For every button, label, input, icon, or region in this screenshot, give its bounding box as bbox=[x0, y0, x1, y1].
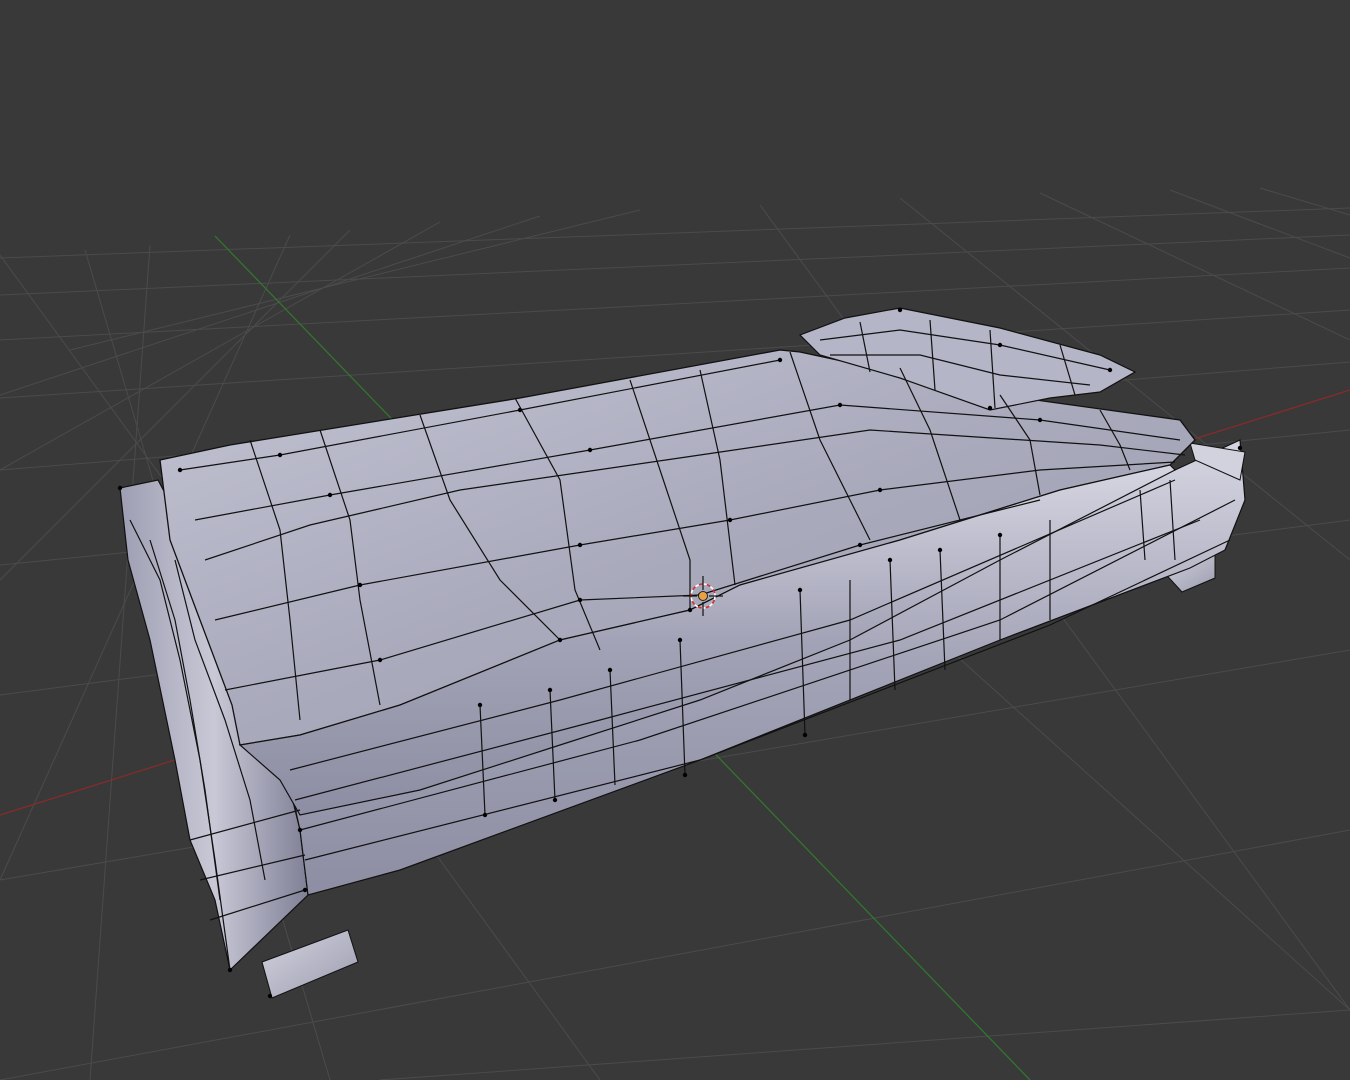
viewport-canvas[interactable] bbox=[0, 0, 1350, 1080]
bed-leg-front-left[interactable] bbox=[261, 929, 359, 999]
bed-mesh[interactable] bbox=[117, 307, 1246, 999]
3d-viewport[interactable] bbox=[0, 0, 1350, 1080]
